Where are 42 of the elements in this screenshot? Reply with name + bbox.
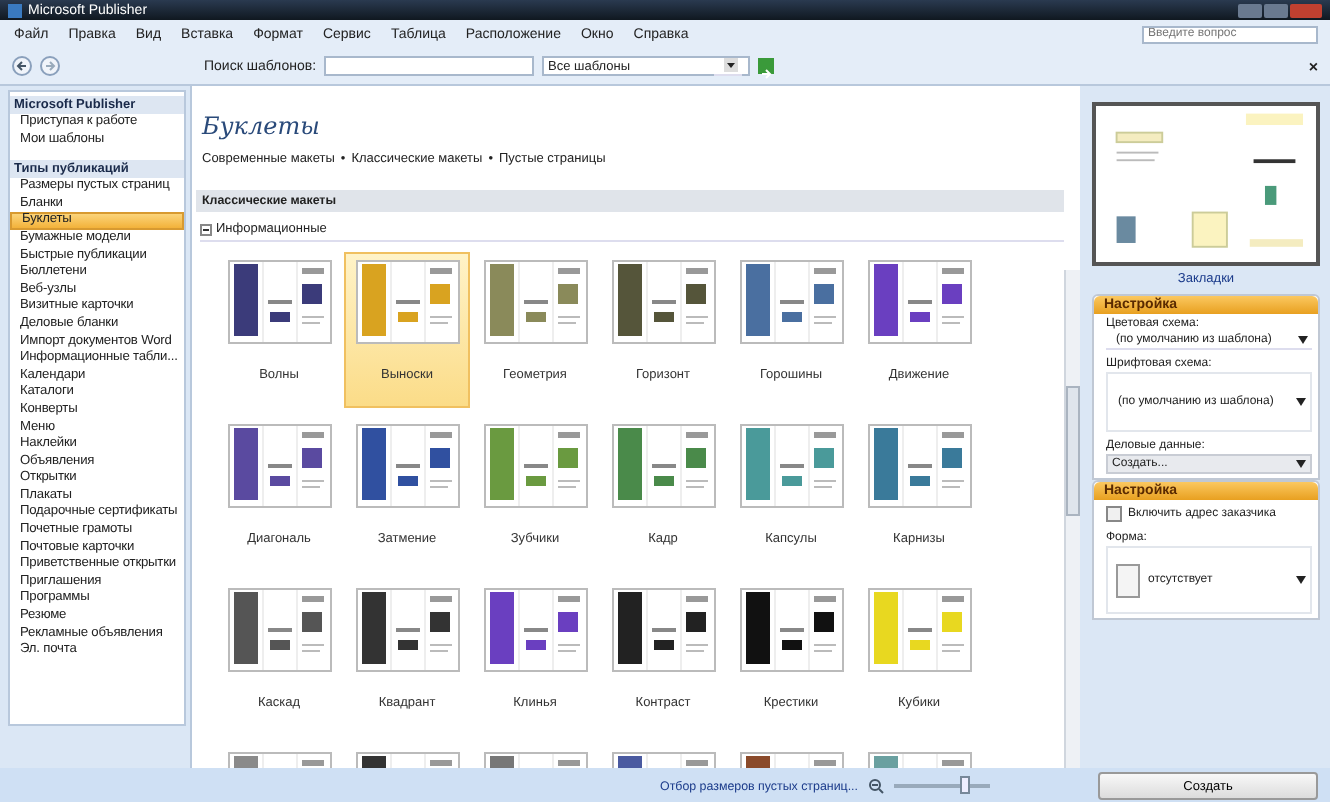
zoom-icon[interactable] — [867, 778, 884, 794]
scrollbar[interactable] — [1064, 270, 1080, 768]
close-pane-button[interactable]: × — [1308, 57, 1318, 75]
gallery-title: Буклеты — [202, 112, 322, 140]
forward-arrow-icon — [44, 60, 56, 72]
brochure-thumbnail — [611, 588, 715, 672]
minimize-button[interactable] — [1238, 3, 1262, 17]
back-button[interactable] — [12, 56, 32, 76]
brochure-thumbnail — [611, 260, 715, 344]
back-arrow-icon — [16, 60, 28, 72]
brochure-thumbnail — [483, 588, 587, 672]
maximize-button[interactable] — [1264, 3, 1288, 17]
brochure-thumbnail — [227, 588, 331, 672]
brochure-thumbnail — [739, 424, 843, 508]
brochure-thumbnail — [867, 424, 971, 508]
dropdown-caret-icon — [1296, 576, 1306, 584]
slider-thumb[interactable] — [959, 776, 970, 794]
app-icon — [8, 3, 22, 17]
arrow-icon — [758, 66, 775, 82]
brochure-thumbnail — [483, 260, 587, 344]
search-go-button[interactable] — [758, 58, 775, 74]
page-shape-icon — [1116, 563, 1140, 597]
brochure-thumbnail — [867, 260, 971, 344]
dropdown-caret-icon — [1296, 460, 1306, 468]
brochure-thumbnail — [483, 424, 587, 508]
brochure-thumbnail — [867, 588, 971, 672]
brochure-thumbnail — [355, 424, 459, 508]
dropdown-caret-icon — [1298, 336, 1308, 344]
dropdown-caret-icon — [1296, 398, 1306, 406]
brochure-thumbnail — [739, 260, 843, 344]
brochure-thumbnail — [739, 588, 843, 672]
brochure-thumbnail — [611, 424, 715, 508]
brochure-thumbnail — [227, 424, 331, 508]
brochure-thumbnail — [227, 260, 331, 344]
collapse-icon[interactable] — [200, 223, 212, 235]
brochure-thumbnail — [355, 588, 459, 672]
forward-button[interactable] — [40, 56, 60, 76]
checkbox[interactable] — [1106, 506, 1122, 522]
close-button[interactable] — [1290, 3, 1322, 17]
template-search-field[interactable] — [324, 56, 535, 76]
brochure-thumbnail — [355, 260, 459, 344]
dropdown-caret-icon — [714, 55, 743, 75]
